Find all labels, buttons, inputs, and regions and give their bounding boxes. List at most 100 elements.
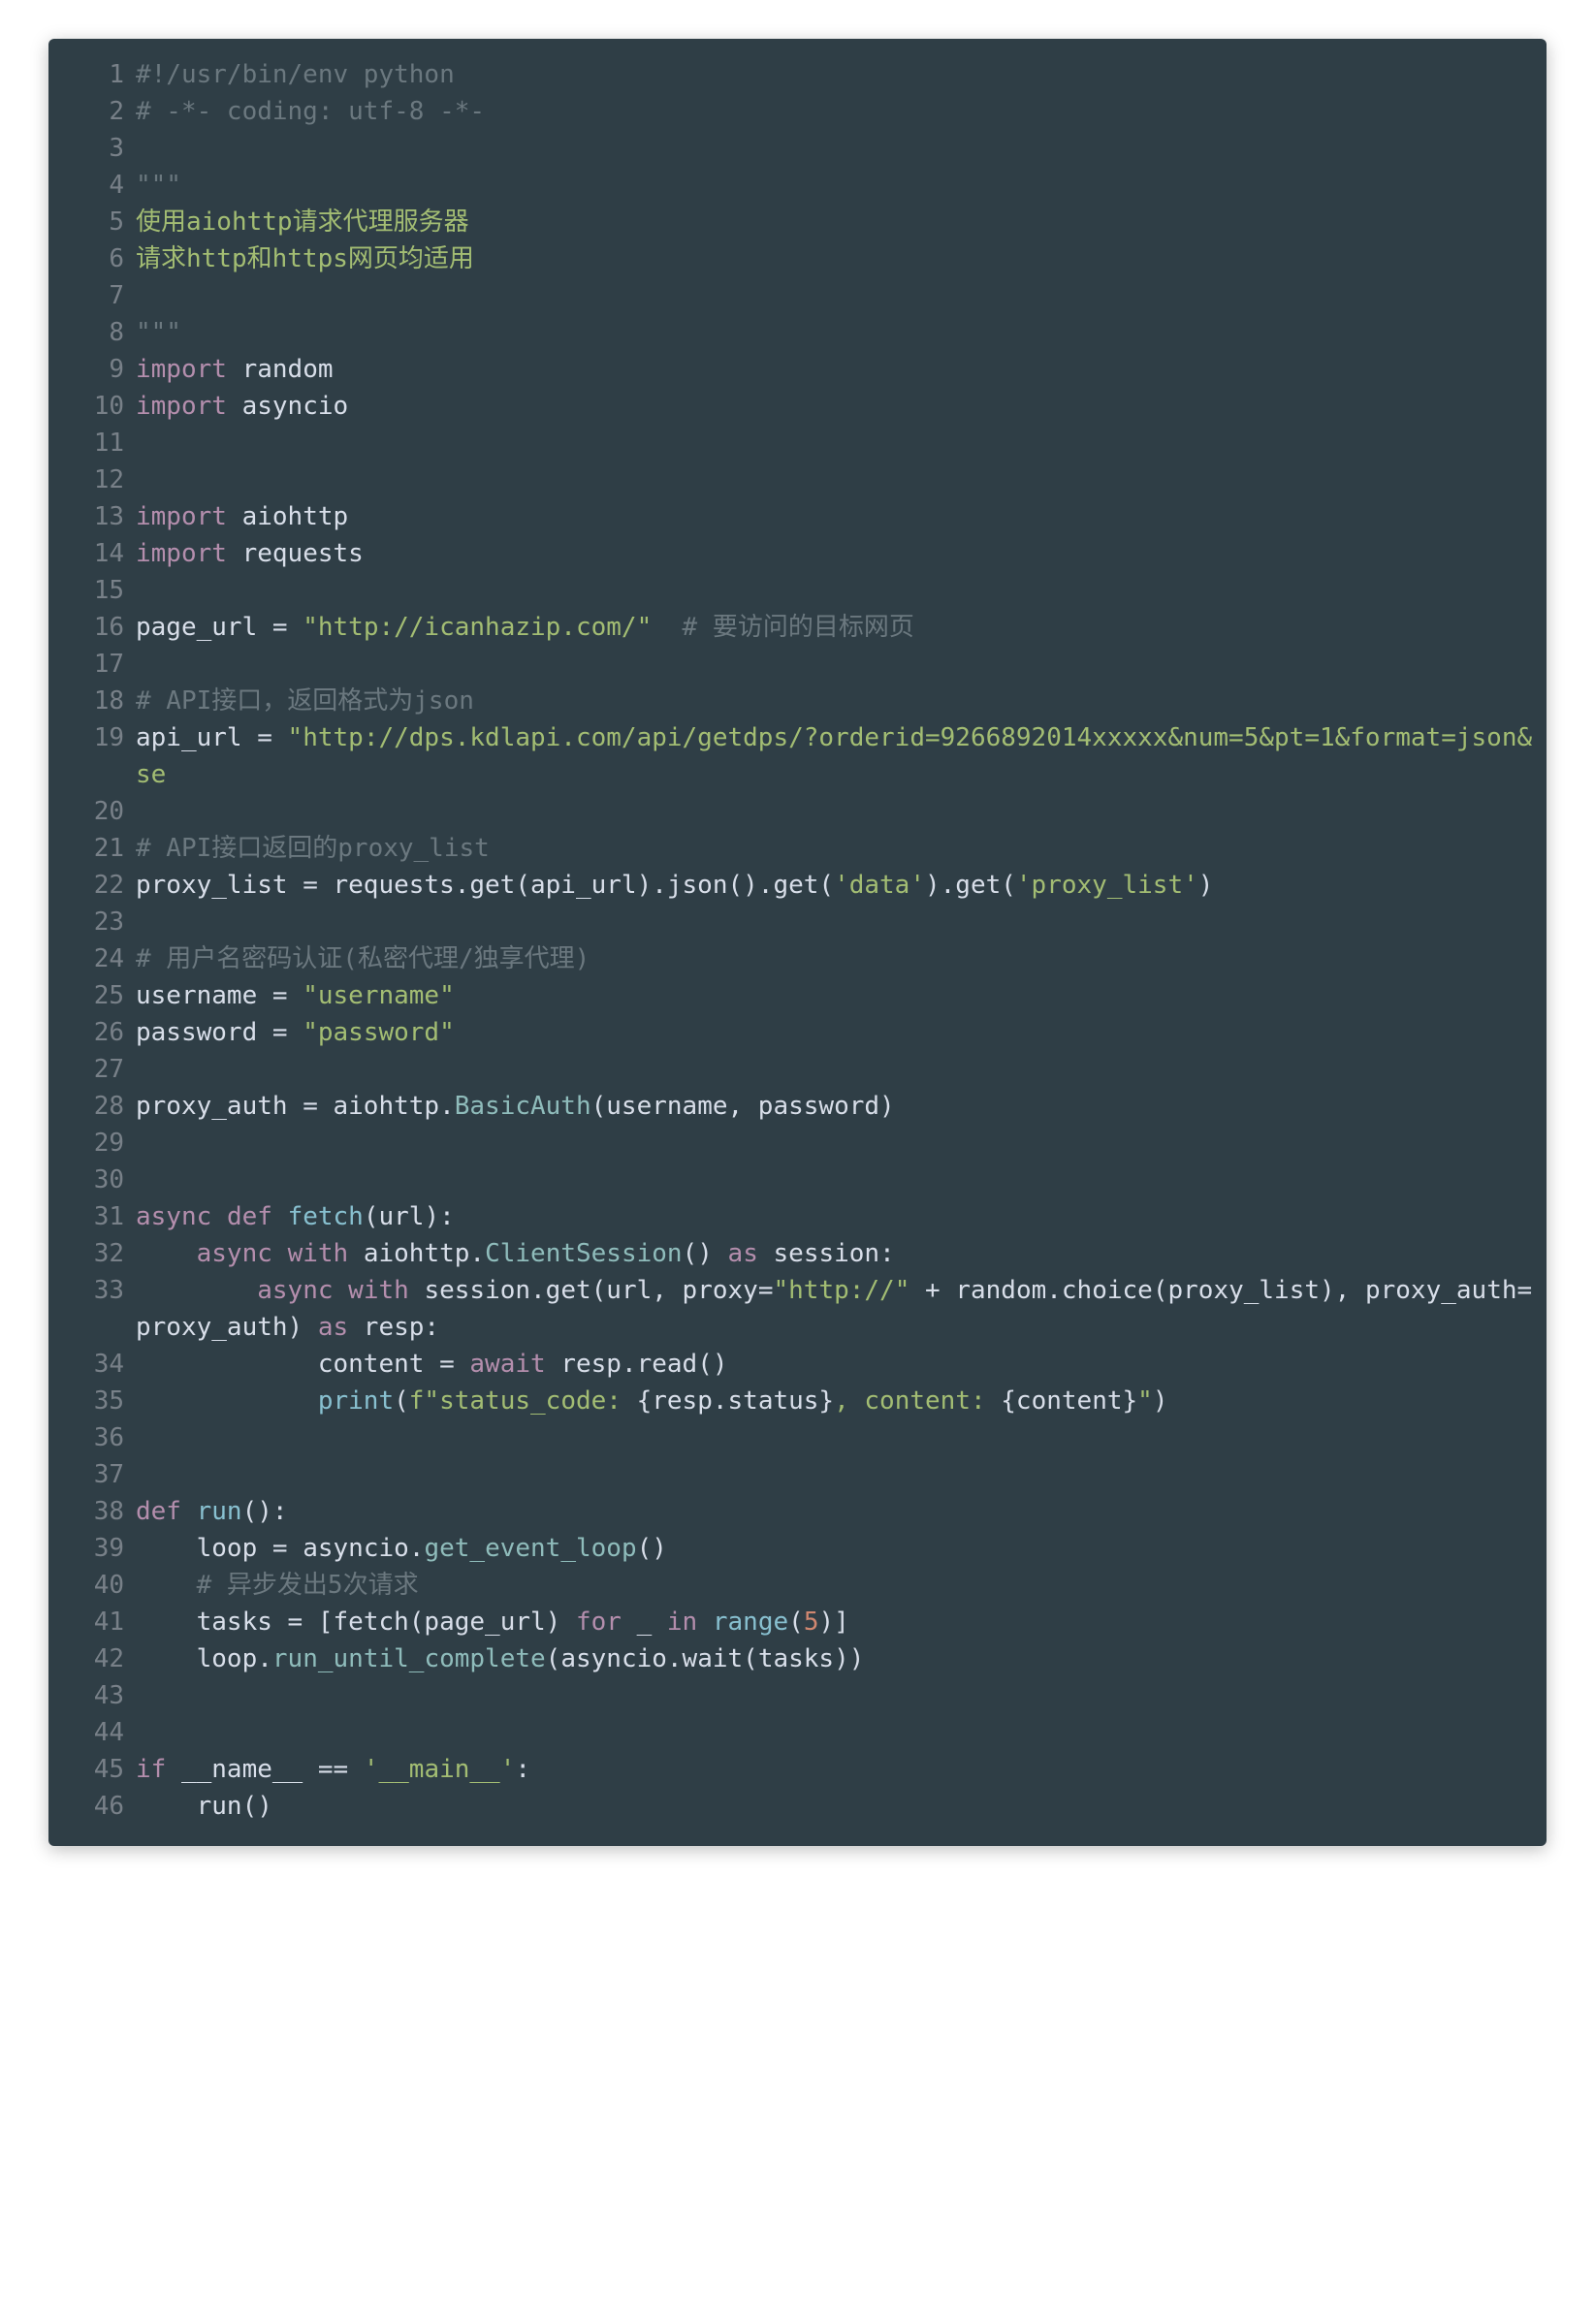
- token: ).get(: [925, 871, 1016, 900]
- code-line: 32 async with aiohttp.ClientSession() as…: [48, 1235, 1547, 1272]
- token: run(): [136, 1792, 272, 1821]
- line-number: 4: [48, 167, 136, 204]
- code-content: loop.run_until_complete(asyncio.wait(tas…: [136, 1640, 1547, 1677]
- token: ==: [318, 1755, 348, 1784]
- code-line: 8""": [48, 314, 1547, 351]
- token: username: [136, 981, 272, 1010]
- code-content: username = "username": [136, 977, 1547, 1014]
- code-content: tasks = [fetch(page_url) for _ in range(…: [136, 1604, 1547, 1640]
- token: for: [576, 1608, 622, 1637]
- code-line: 36: [48, 1419, 1547, 1456]
- token: api_url: [136, 723, 257, 752]
- code-line: 41 tasks = [fetch(page_url) for _ in ran…: [48, 1604, 1547, 1640]
- token: {resp.status}: [637, 1386, 835, 1416]
- code-content: proxy_list = requests.get(api_url).json(…: [136, 867, 1547, 904]
- token: ():: [242, 1497, 288, 1526]
- code-line: 19api_url = "http://dps.kdlapi.com/api/g…: [48, 719, 1547, 793]
- token: "password": [303, 1018, 455, 1047]
- line-number: 15: [48, 572, 136, 609]
- code-content: content = await resp.read(): [136, 1346, 1547, 1383]
- token: "http://dps.kdlapi.com/api/getdps/?order…: [136, 723, 1532, 789]
- token: content: [136, 1350, 439, 1379]
- token: # API接口返回的proxy_list: [136, 834, 490, 863]
- line-number: 24: [48, 940, 136, 977]
- line-number: 10: [48, 388, 136, 425]
- token: import: [136, 392, 227, 421]
- code-line: 6请求http和https网页均适用: [48, 240, 1547, 277]
- line-number: 25: [48, 977, 136, 1014]
- code-line: 44: [48, 1714, 1547, 1751]
- token: """: [136, 318, 181, 347]
- line-number: 12: [48, 462, 136, 498]
- code-content: async with aiohttp.ClientSession() as se…: [136, 1235, 1547, 1272]
- token: [652, 613, 682, 642]
- code-block: 1#!/usr/bin/env python2# -*- coding: utf…: [48, 39, 1547, 1846]
- token: import: [136, 539, 227, 568]
- line-number: 9: [48, 351, 136, 388]
- token: =: [272, 981, 288, 1010]
- token: :: [515, 1755, 530, 1784]
- token: resp:: [348, 1313, 439, 1342]
- line-number: 46: [48, 1788, 136, 1825]
- token: 'data': [834, 871, 925, 900]
- token: _: [622, 1608, 667, 1637]
- code-content: page_url = "http://icanhazip.com/" # 要访问…: [136, 609, 1547, 646]
- token: [697, 1608, 713, 1637]
- line-number: 18: [48, 683, 136, 719]
- line-number: 42: [48, 1640, 136, 1677]
- token: aiohttp.: [348, 1239, 485, 1268]
- token: aiohttp: [227, 502, 348, 531]
- token: 5: [804, 1608, 819, 1637]
- line-number: 44: [48, 1714, 136, 1751]
- code-line: 24# 用户名密码认证(私密代理/独享代理): [48, 940, 1547, 977]
- token: def: [136, 1497, 181, 1526]
- token: tasks: [136, 1608, 288, 1637]
- line-number: 8: [48, 314, 136, 351]
- line-number: 35: [48, 1383, 136, 1419]
- code-line: 11: [48, 425, 1547, 462]
- token: range: [713, 1608, 788, 1637]
- code-line: 38def run():: [48, 1493, 1547, 1530]
- code-line: 33 async with session.get(url, proxy="ht…: [48, 1272, 1547, 1346]
- line-number: 32: [48, 1235, 136, 1272]
- line-number: 33: [48, 1272, 136, 1309]
- code-content: #!/usr/bin/env python: [136, 56, 1547, 93]
- token: =: [303, 871, 318, 900]
- code-line: 25username = "username": [48, 977, 1547, 1014]
- code-line: 46 run(): [48, 1788, 1547, 1825]
- code-content: import asyncio: [136, 388, 1547, 425]
- line-number: 13: [48, 498, 136, 535]
- token: print: [318, 1386, 394, 1416]
- code-content: # API接口返回的proxy_list: [136, 830, 1547, 867]
- token: [136, 1276, 257, 1305]
- token: __name__: [166, 1755, 318, 1784]
- line-number: 17: [48, 646, 136, 683]
- token: def: [227, 1202, 272, 1231]
- token: ClientSession: [485, 1239, 683, 1268]
- line-number: 38: [48, 1493, 136, 1530]
- code-line: 1#!/usr/bin/env python: [48, 56, 1547, 93]
- token: (username, password): [591, 1092, 895, 1121]
- token: (): [637, 1534, 667, 1563]
- code-line: 15: [48, 572, 1547, 609]
- code-line: 2# -*- coding: utf-8 -*-: [48, 93, 1547, 130]
- code-content: proxy_auth = aiohttp.BasicAuth(username,…: [136, 1088, 1547, 1125]
- token: [136, 1386, 318, 1416]
- code-content: if __name__ == '__main__':: [136, 1751, 1547, 1788]
- token: [288, 613, 303, 642]
- line-number: 16: [48, 609, 136, 646]
- token: async: [136, 1202, 211, 1231]
- code-line: 14import requests: [48, 535, 1547, 572]
- code-content: import aiohttp: [136, 498, 1547, 535]
- code-line: 17: [48, 646, 1547, 683]
- token: await: [469, 1350, 545, 1379]
- token: aiohttp.: [318, 1092, 455, 1121]
- token: =: [288, 1608, 303, 1637]
- code-content: """: [136, 167, 1547, 204]
- line-number: 23: [48, 904, 136, 940]
- token: with: [288, 1239, 349, 1268]
- token: (asyncio.wait(tasks)): [546, 1644, 865, 1673]
- code-line: 21# API接口返回的proxy_list: [48, 830, 1547, 867]
- token: (: [788, 1608, 804, 1637]
- token: (): [683, 1239, 728, 1268]
